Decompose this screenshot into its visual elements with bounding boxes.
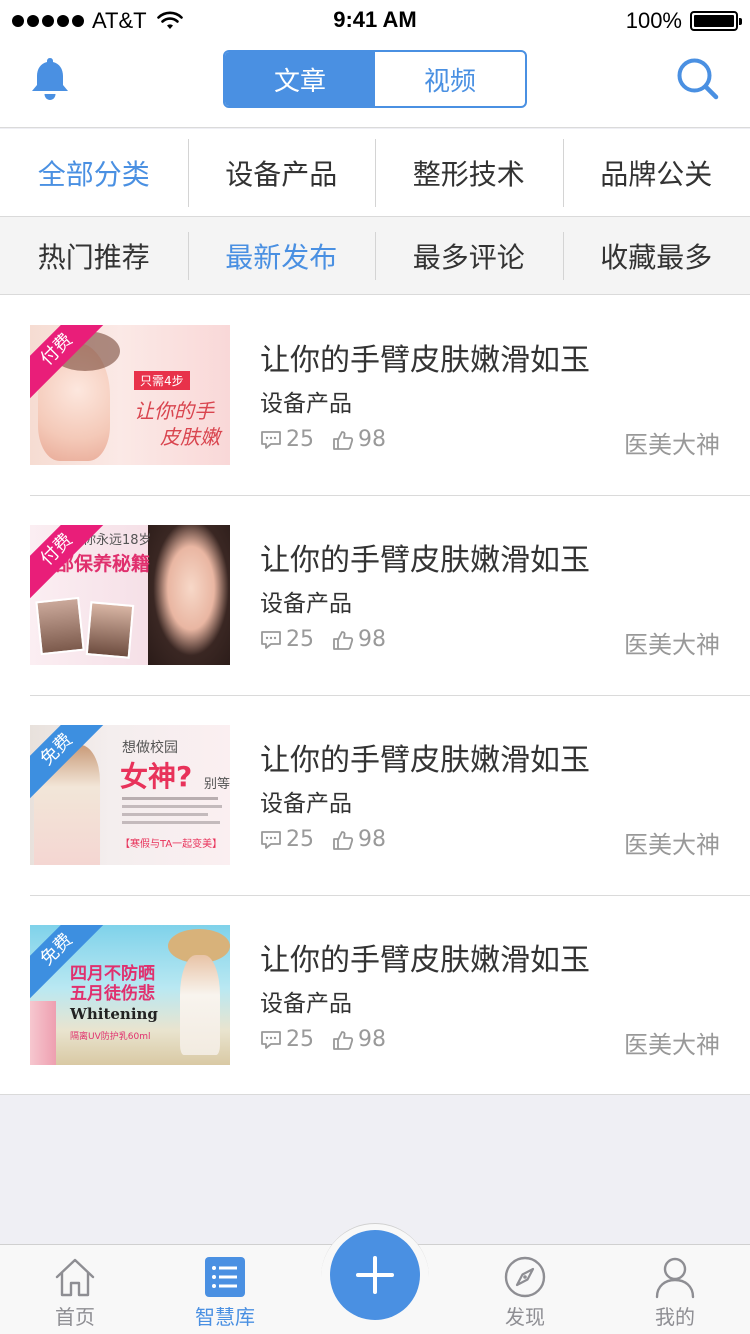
- thumb-text: Whitening: [70, 1005, 158, 1023]
- like-icon: [333, 1030, 354, 1050]
- status-right: 100%: [625, 8, 742, 34]
- home-icon: [55, 1258, 95, 1297]
- tab-profile-label: 我的: [655, 1305, 695, 1329]
- add-button[interactable]: [330, 1230, 420, 1320]
- plus-icon: [356, 1256, 394, 1294]
- comment-count: 25: [286, 1027, 314, 1052]
- thumb-text: 【寒假与TA一起变美】: [120, 839, 223, 850]
- thumb-text: 想做校园: [122, 740, 178, 756]
- status-bar: AT&T 9:41 AM 100%: [0, 0, 750, 40]
- tab-videos[interactable]: 视频: [375, 52, 525, 106]
- sort-filter-bar: 热门推荐 最新发布 最多评论 收藏最多: [0, 217, 750, 295]
- sort-most-favorites[interactable]: 收藏最多: [562, 231, 750, 280]
- article-category: 设备产品: [260, 591, 352, 617]
- comment-icon: [261, 830, 281, 849]
- sort-hot[interactable]: 热门推荐: [0, 236, 188, 276]
- profile-icon: [655, 1257, 695, 1299]
- article-item[interactable]: 只需4步 让你的手 皮肤嫩 付费 让你的手臂皮肤嫩滑如玉 设备产品 25 98 …: [0, 295, 750, 495]
- like-icon: [333, 830, 354, 850]
- thumb-text: 皮肤嫩: [160, 425, 220, 449]
- tab-knowledge[interactable]: 智慧库: [150, 1245, 300, 1334]
- like-count: 98: [358, 427, 386, 452]
- article-title: 让你的手臂皮肤嫩滑如玉: [260, 543, 590, 578]
- tab-articles[interactable]: 文章: [225, 52, 375, 106]
- article-stats: 25 98: [260, 627, 404, 652]
- content-type-segment: 文章 视频: [223, 50, 527, 108]
- compass-icon: [504, 1256, 546, 1298]
- article-stats: 25 98: [260, 427, 404, 452]
- article-title: 让你的手臂皮肤嫩滑如玉: [260, 343, 590, 378]
- article-thumbnail: 只需4步 让你的手 皮肤嫩 付费: [30, 325, 230, 465]
- article-thumbnail: 想做校园 女神? 别等 【寒假与TA一起变美】 免费: [30, 725, 230, 865]
- thumb-text: 只需4步: [134, 371, 190, 390]
- article-list: 只需4步 让你的手 皮肤嫩 付费 让你的手臂皮肤嫩滑如玉 设备产品 25 98 …: [0, 295, 750, 1095]
- article-item[interactable]: 让你永远18岁 眼部保养秘籍 付费 让你的手臂皮肤嫩滑如玉 设备产品 25 98…: [0, 495, 750, 695]
- comment-icon: [261, 630, 281, 649]
- category-techniques[interactable]: 整形技术: [375, 138, 563, 207]
- thumb-text: 女神?: [120, 760, 193, 793]
- article-title: 让你的手臂皮肤嫩滑如玉: [260, 743, 590, 778]
- thumb-text: 隔离UV防护乳60ml: [70, 1032, 151, 1042]
- search-icon[interactable]: [676, 57, 720, 101]
- comment-count: 25: [286, 427, 314, 452]
- article-thumbnail: 让你永远18岁 眼部保养秘籍 付费: [30, 525, 230, 665]
- comment-icon: [261, 1030, 281, 1049]
- header: 文章 视频: [0, 40, 750, 128]
- category-filter-bar: 全部分类 设备产品 整形技术 品牌公关: [0, 129, 750, 217]
- like-icon: [333, 430, 354, 450]
- article-item[interactable]: 四月不防晒 五月徒伤悲 Whitening 隔离UV防护乳60ml 免费 让你的…: [0, 895, 750, 1095]
- article-thumbnail: 四月不防晒 五月徒伤悲 Whitening 隔离UV防护乳60ml 免费: [30, 925, 230, 1065]
- article-stats: 25 98: [260, 1027, 404, 1052]
- sort-most-comments[interactable]: 最多评论: [375, 231, 563, 280]
- like-count: 98: [358, 627, 386, 652]
- article-author: 医美大神: [624, 1031, 720, 1059]
- bell-icon[interactable]: [28, 55, 72, 101]
- article-author: 医美大神: [624, 831, 720, 859]
- article-item[interactable]: 想做校园 女神? 别等 【寒假与TA一起变美】 免费 让你的手臂皮肤嫩滑如玉 设…: [0, 695, 750, 895]
- category-all[interactable]: 全部分类: [0, 153, 188, 193]
- comment-icon: [261, 430, 281, 449]
- comment-count: 25: [286, 627, 314, 652]
- tab-knowledge-label: 智慧库: [195, 1305, 255, 1329]
- battery-percent: 100%: [625, 8, 682, 33]
- thumb-text: 五月徒伤悲: [70, 984, 155, 1004]
- tab-profile[interactable]: 我的: [600, 1245, 750, 1334]
- tab-discover-label: 发现: [505, 1305, 545, 1329]
- like-count: 98: [358, 827, 386, 852]
- battery-icon: [690, 11, 742, 31]
- like-count: 98: [358, 1027, 386, 1052]
- article-stats: 25 98: [260, 827, 404, 852]
- article-category: 设备产品: [260, 391, 352, 417]
- article-category: 设备产品: [260, 791, 352, 817]
- article-category: 设备产品: [260, 991, 352, 1017]
- like-icon: [333, 630, 354, 650]
- comment-count: 25: [286, 827, 314, 852]
- tab-discover[interactable]: 发现: [450, 1245, 600, 1334]
- article-author: 医美大神: [624, 631, 720, 659]
- category-brand-pr[interactable]: 品牌公关: [562, 138, 750, 207]
- thumb-text: 让你的手: [134, 399, 214, 423]
- sort-newest[interactable]: 最新发布: [187, 231, 376, 280]
- tab-home-label: 首页: [55, 1305, 95, 1329]
- tab-home[interactable]: 首页: [0, 1245, 150, 1334]
- list-icon: [205, 1257, 245, 1297]
- article-author: 医美大神: [624, 431, 720, 459]
- article-title: 让你的手臂皮肤嫩滑如玉: [260, 943, 590, 978]
- thumb-text: 别等: [204, 777, 230, 792]
- category-devices[interactable]: 设备产品: [187, 138, 376, 207]
